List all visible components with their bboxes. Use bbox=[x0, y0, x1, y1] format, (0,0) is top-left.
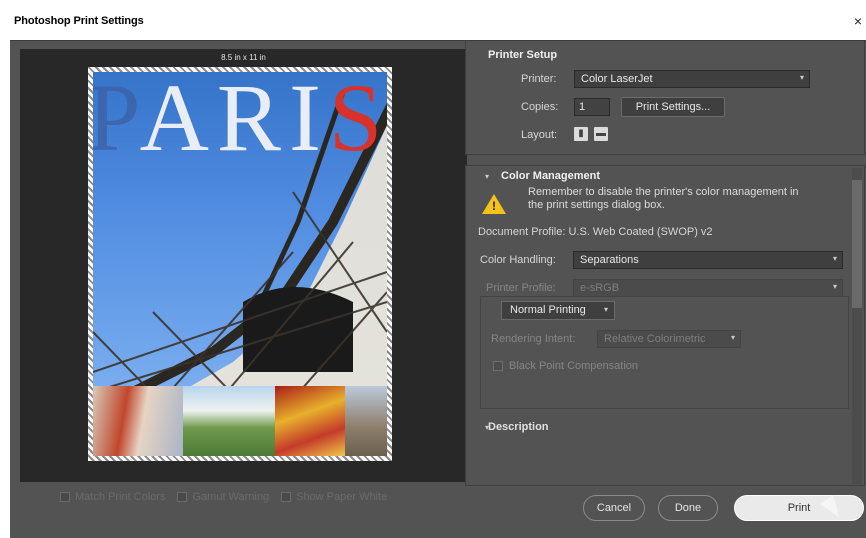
title-bar: Photoshop Print Settings × bbox=[0, 0, 866, 40]
black-point-label: Black Point Compensation bbox=[509, 360, 639, 372]
printer-select[interactable]: Color LaserJet ▾ bbox=[574, 70, 810, 88]
photo-3 bbox=[275, 386, 345, 456]
portrait-layout-icon[interactable]: ▮ bbox=[574, 127, 588, 141]
chevron-down-icon: ▾ bbox=[832, 254, 837, 263]
photo-2 bbox=[183, 386, 275, 456]
photo-1 bbox=[93, 386, 183, 456]
copies-input[interactable]: 1 bbox=[574, 98, 610, 116]
window-title: Photoshop Print Settings bbox=[14, 15, 144, 27]
printer-profile-select[interactable]: e-sRGB ▾ bbox=[573, 279, 843, 297]
color-management-title: Color Management bbox=[501, 170, 601, 182]
photo-4 bbox=[345, 386, 387, 456]
color-management-section: ▾ Color Management ! Remember to disable… bbox=[465, 165, 865, 486]
chevron-down-icon: ▾ bbox=[799, 73, 804, 82]
show-paper-white-option[interactable]: Show Paper White bbox=[281, 491, 387, 503]
scrollbar-thumb[interactable] bbox=[852, 180, 862, 308]
warning-icon: ! bbox=[482, 194, 506, 214]
paper-size-label: 8.5 in x 11 in bbox=[221, 53, 266, 62]
print-dialog: 8.5 in x 11 in PARIS Match Print Colors … bbox=[10, 40, 866, 538]
chevron-down-icon: ▾ bbox=[730, 333, 735, 342]
preview-options: Match Print Colors Gamut Warning Show Pa… bbox=[60, 491, 387, 503]
copies-label: Copies: bbox=[521, 101, 559, 113]
close-icon[interactable]: × bbox=[854, 13, 862, 29]
preview-image: PARIS bbox=[93, 72, 387, 456]
rendering-intent-label: Rendering Intent: bbox=[491, 333, 576, 345]
landscape-layout-icon[interactable]: ▬ bbox=[594, 127, 608, 141]
color-handling-label: Color Handling: bbox=[480, 254, 556, 266]
description-header[interactable]: Description bbox=[488, 421, 549, 433]
match-print-colors-option[interactable]: Match Print Colors bbox=[60, 491, 165, 503]
paris-title: PARIS bbox=[93, 72, 387, 171]
cancel-button[interactable]: Cancel bbox=[583, 495, 645, 521]
collapse-chevron-icon[interactable]: ▾ bbox=[485, 172, 489, 181]
black-point-checkbox[interactable] bbox=[493, 361, 503, 371]
print-button[interactable]: Print bbox=[734, 495, 864, 521]
printing-options-box: Normal Printing ▾ Rendering Intent: Rela… bbox=[480, 296, 849, 409]
print-settings-button[interactable]: Print Settings... bbox=[621, 97, 725, 117]
settings-panel: Printer Setup Printer: Color LaserJet ▾ C… bbox=[465, 41, 865, 486]
rendering-intent-select[interactable]: Relative Colorimetric ▾ bbox=[597, 330, 741, 348]
checkbox[interactable] bbox=[60, 492, 70, 502]
print-preview: 8.5 in x 11 in PARIS bbox=[20, 49, 467, 482]
warning-message: Remember to disable the printer's color … bbox=[528, 186, 799, 211]
printer-setup-title: Printer Setup bbox=[488, 49, 558, 61]
document-profile: Document Profile: U.S. Web Coated (SWOP)… bbox=[478, 226, 713, 238]
photo-strip bbox=[93, 386, 387, 456]
gamut-warning-option[interactable]: Gamut Warning bbox=[177, 491, 269, 503]
checkbox[interactable] bbox=[281, 492, 292, 502]
printer-profile-label: Printer Profile: bbox=[486, 282, 556, 294]
printer-setup-section: Printer Setup Printer: Color LaserJet ▾ C… bbox=[465, 41, 865, 155]
checkbox[interactable] bbox=[177, 492, 188, 502]
color-handling-select[interactable]: Separations ▾ bbox=[573, 251, 843, 269]
chevron-down-icon: ▾ bbox=[832, 282, 837, 291]
chevron-down-icon: ▾ bbox=[603, 305, 608, 314]
normal-printing-select[interactable]: Normal Printing ▾ bbox=[501, 301, 615, 320]
scrollbar[interactable] bbox=[852, 168, 862, 484]
layout-label: Layout: bbox=[521, 129, 558, 141]
printer-label: Printer: bbox=[521, 73, 557, 85]
preview-page: PARIS bbox=[88, 67, 392, 461]
done-button[interactable]: Done bbox=[658, 495, 718, 521]
